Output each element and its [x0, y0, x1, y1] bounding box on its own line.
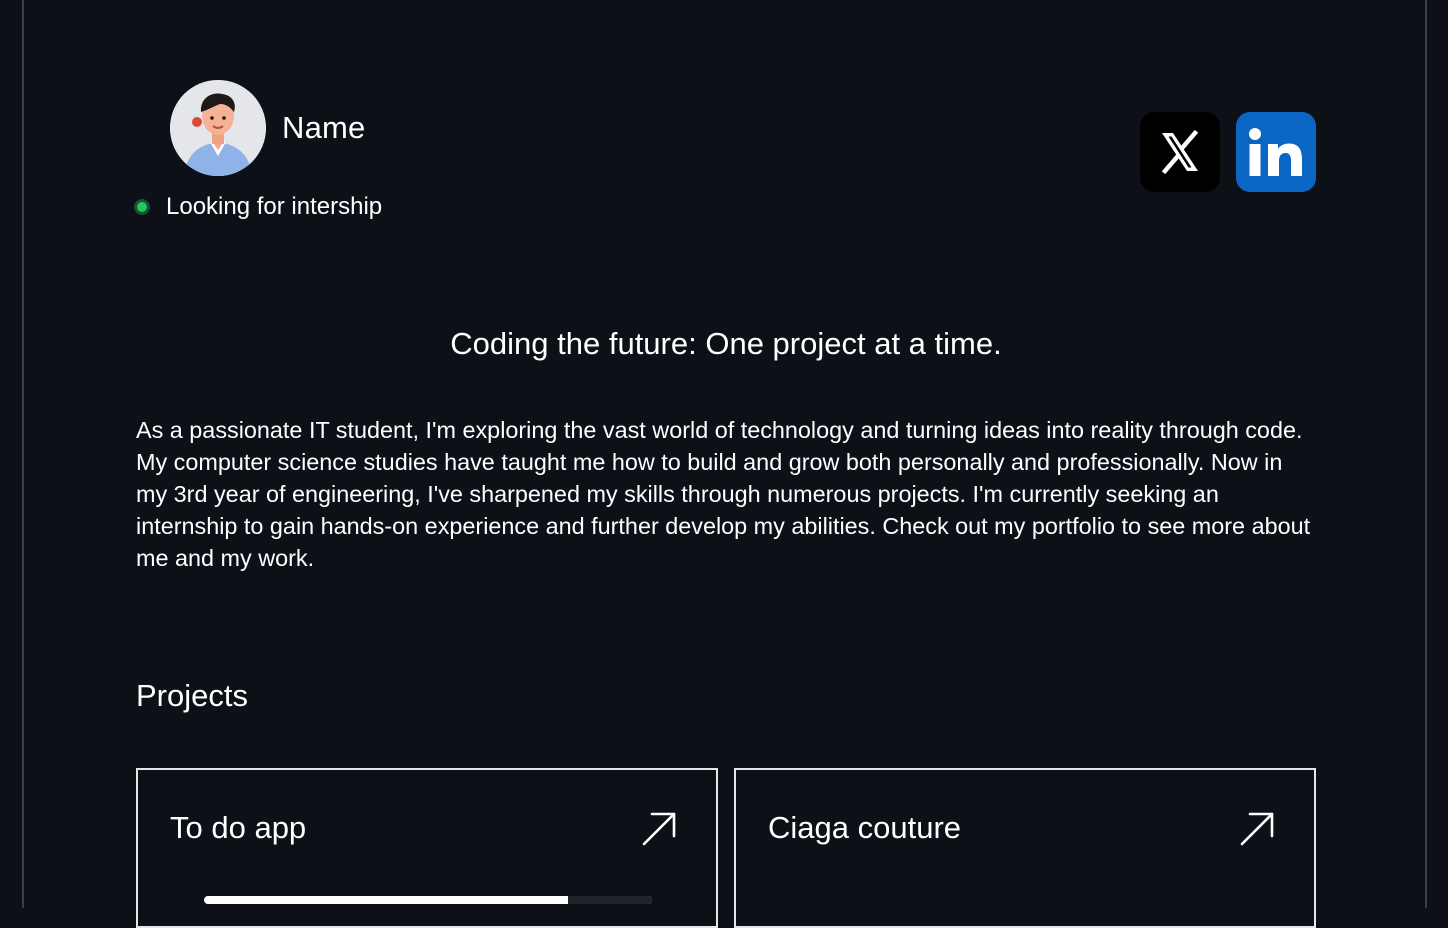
status-text: Looking for intership	[166, 193, 383, 220]
project-card-ciaga-couture[interactable]: Ciaga couture	[734, 768, 1316, 928]
profile-name: Name	[282, 110, 366, 145]
project-preview-image	[204, 896, 652, 904]
profile-header: Name Looking for intership	[132, 80, 1316, 230]
x-link-button[interactable]	[1140, 112, 1220, 192]
avatar-illustration	[170, 80, 266, 176]
social-links	[1140, 112, 1316, 192]
status-row: Looking for intership	[132, 192, 382, 222]
avatar	[170, 80, 266, 176]
x-logo-icon	[1161, 129, 1199, 175]
project-title: To do app	[170, 810, 307, 845]
arrow-up-right-icon	[642, 812, 676, 846]
status-indicator-icon	[134, 199, 150, 215]
project-title: Ciaga couture	[768, 810, 962, 845]
projects-heading: Projects	[136, 678, 248, 713]
linkedin-logo-icon	[1249, 128, 1302, 176]
tagline: Coding the future: One project at a time…	[450, 326, 1002, 361]
project-card-to-do-app[interactable]: To do app	[136, 768, 718, 928]
bio-paragraph: As a passionate IT student, I'm explorin…	[136, 417, 1311, 571]
linkedin-link-button[interactable]	[1236, 112, 1316, 192]
arrow-up-right-icon	[1240, 812, 1274, 846]
